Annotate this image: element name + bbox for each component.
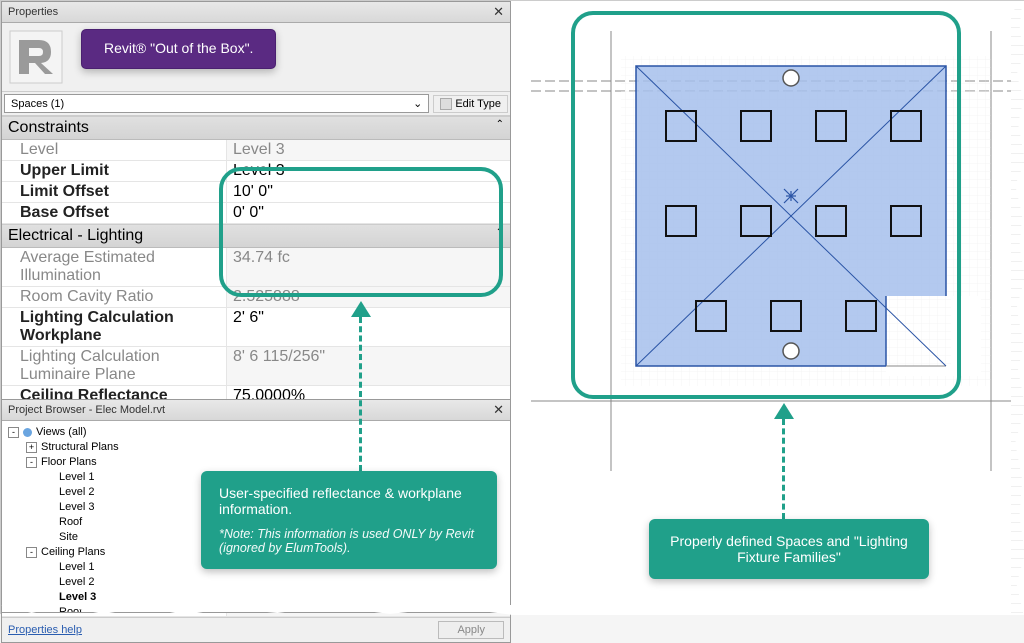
- prop-label: Room Cavity Ratio: [2, 287, 227, 307]
- annotation-right-text: Properly defined Spaces and "Lighting Fi…: [667, 533, 911, 565]
- tree-label: Level 2: [59, 485, 94, 500]
- prop-value[interactable]: 0' 0": [227, 203, 510, 223]
- tree-label: Ceiling Plans: [41, 545, 105, 560]
- prop-value[interactable]: 8' 6 115/256": [227, 347, 510, 385]
- views-icon: [23, 428, 32, 437]
- tree-toggle-blank: [44, 502, 55, 513]
- prop-label: Upper Limit: [2, 161, 227, 181]
- properties-title: Properties: [8, 6, 58, 18]
- apply-button[interactable]: Apply: [438, 621, 504, 639]
- tree-item[interactable]: Level 2: [2, 575, 510, 590]
- tree-toggle-blank: [44, 577, 55, 588]
- tree-label: Level 2: [59, 575, 94, 590]
- prop-row[interactable]: Limit Offset10' 0": [2, 182, 510, 203]
- prop-value[interactable]: Level 3: [227, 140, 510, 160]
- prop-label: Lighting Calculation Luminaire Plane: [2, 347, 227, 385]
- prop-label: Average Estimated Illumination: [2, 248, 227, 286]
- prop-row[interactable]: Upper LimitLevel 3: [2, 161, 510, 182]
- edit-type-label: Edit Type: [455, 98, 501, 110]
- tree-label: Floor Plans: [41, 455, 97, 470]
- tree-item[interactable]: + Structural Plans: [2, 440, 510, 455]
- type-selector-label: Spaces (1): [11, 98, 64, 110]
- prop-row[interactable]: Lighting Calculation Luminaire Plane8' 6…: [2, 347, 510, 386]
- close-icon[interactable]: ✕: [493, 4, 504, 20]
- tree-toggle-blank: [44, 562, 55, 573]
- prop-row[interactable]: Base Offset0' 0": [2, 203, 510, 224]
- tree-toggle-blank: [44, 487, 55, 498]
- edit-type-button[interactable]: Edit Type: [433, 95, 508, 113]
- dashed-connector: [782, 419, 785, 519]
- tree-label: Site: [59, 530, 78, 545]
- prop-value[interactable]: 10' 0": [227, 182, 510, 202]
- prop-label: Level: [2, 140, 227, 160]
- tree-label: Level 1: [59, 560, 94, 575]
- collapse-icon[interactable]: -: [8, 427, 19, 438]
- tree-toggle-blank: [44, 592, 55, 603]
- tree-toggle-blank: [44, 472, 55, 483]
- annotation-left-text: User-specified reflectance & workplane i…: [219, 485, 479, 517]
- arrow-up-icon: [774, 403, 794, 419]
- revit-logo-icon: [6, 27, 66, 87]
- prop-group-name: Electrical - Lighting: [8, 227, 143, 245]
- collapse-icon[interactable]: ⌃: [496, 119, 504, 137]
- arrow-up-icon: [351, 301, 371, 317]
- tree-label: Level 1: [59, 470, 94, 485]
- collapse-icon[interactable]: ⌃: [496, 227, 504, 245]
- type-selector-row: Spaces (1) ⌄ Edit Type: [2, 91, 510, 116]
- properties-header: Properties ✕: [2, 2, 510, 23]
- expand-icon[interactable]: +: [26, 442, 37, 453]
- prop-group-header[interactable]: Electrical - Lighting ⌃: [2, 224, 510, 248]
- prop-row[interactable]: Room Cavity Ratio2.525888: [2, 287, 510, 308]
- floor-plan-drawing: [521, 11, 1021, 491]
- close-icon[interactable]: ✕: [493, 402, 504, 418]
- prop-value[interactable]: 34.74 fc: [227, 248, 510, 286]
- tree-item[interactable]: Level 3: [2, 590, 510, 605]
- prop-label: Limit Offset: [2, 182, 227, 202]
- prop-group-name: Constraints: [8, 119, 89, 137]
- tree-label: Views (all): [36, 425, 87, 440]
- tree-label: Level 3: [59, 590, 96, 605]
- tree-toggle-blank: [44, 517, 55, 528]
- tree-label: Roof: [59, 515, 82, 530]
- edit-type-icon: [440, 98, 452, 110]
- prop-row[interactable]: LevelLevel 3: [2, 140, 510, 161]
- dashed-connector: [359, 317, 362, 471]
- tree-label: Structural Plans: [41, 440, 119, 455]
- prop-label: Lighting Calculation Workplane: [2, 308, 227, 346]
- prop-row[interactable]: Average Estimated Illumination34.74 fc: [2, 248, 510, 287]
- annotation-purple: Revit® "Out of the Box".: [81, 29, 276, 69]
- annotation-right: Properly defined Spaces and "Lighting Fi…: [649, 519, 929, 579]
- prop-value[interactable]: Level 3: [227, 161, 510, 181]
- collapse-icon[interactable]: -: [26, 547, 37, 558]
- browser-title: Project Browser - Elec Model.rvt: [8, 404, 165, 416]
- tree-item[interactable]: -Floor Plans: [2, 455, 510, 470]
- annotation-purple-text: Revit® "Out of the Box".: [104, 40, 253, 56]
- prop-group-header[interactable]: Constraints ⌃: [2, 116, 510, 140]
- tree-item[interactable]: - Views (all): [2, 425, 510, 440]
- prop-label: Base Offset: [2, 203, 227, 223]
- prop-row[interactable]: Lighting Calculation Workplane2' 6": [2, 308, 510, 347]
- properties-help-link[interactable]: Properties help: [8, 624, 82, 636]
- browser-header: Project Browser - Elec Model.rvt ✕: [2, 400, 510, 421]
- annotation-left: User-specified reflectance & workplane i…: [201, 471, 497, 569]
- tree-label: Level 3: [59, 500, 94, 515]
- annotation-left-note: *Note: This information is used ONLY by …: [219, 527, 479, 555]
- chevron-down-icon: ⌄: [413, 97, 422, 110]
- type-selector[interactable]: Spaces (1) ⌄: [4, 94, 429, 113]
- collapse-icon[interactable]: -: [26, 457, 37, 468]
- tree-toggle-blank: [44, 532, 55, 543]
